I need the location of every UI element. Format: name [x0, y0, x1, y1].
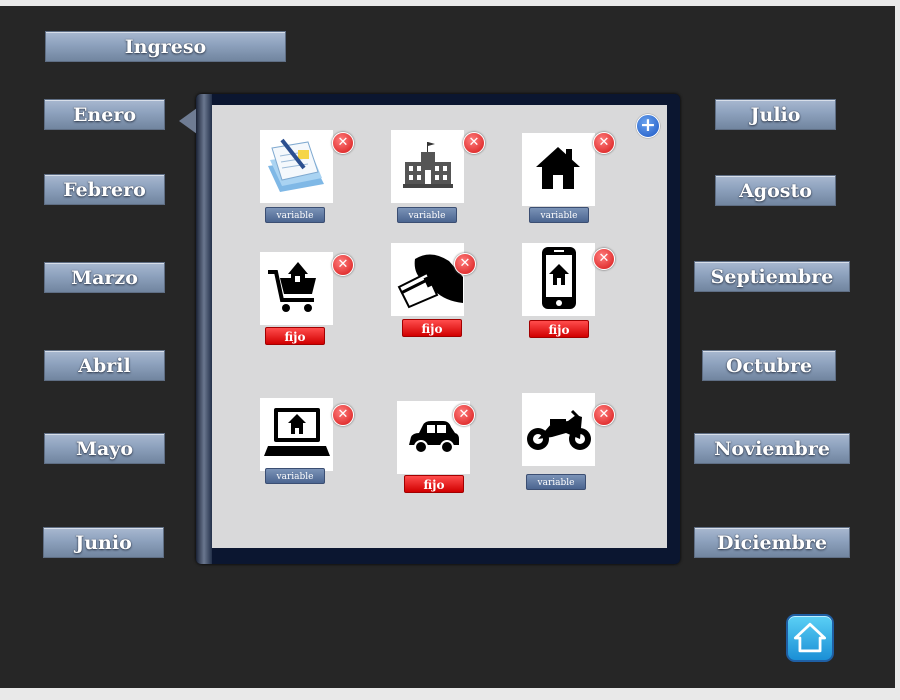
- expense-item: ✕ variable: [256, 130, 361, 240]
- close-icon: ✕: [458, 407, 470, 422]
- documents-icon: [268, 138, 324, 192]
- month-junio-button[interactable]: Junio: [43, 527, 164, 558]
- month-julio-button[interactable]: Julio: [715, 99, 836, 130]
- expense-thumbnail[interactable]: [391, 130, 464, 203]
- month-marzo-button[interactable]: Marzo: [44, 262, 165, 293]
- expense-item: ✕ variable: [256, 398, 361, 508]
- expense-item: ✕ variable: [518, 132, 623, 243]
- delete-expense-button[interactable]: ✕: [454, 253, 476, 275]
- delete-expense-button[interactable]: ✕: [593, 248, 615, 270]
- expense-type-tag[interactable]: variable: [526, 474, 586, 490]
- delete-expense-button[interactable]: ✕: [332, 404, 354, 426]
- month-abril-button[interactable]: Abril: [44, 350, 165, 381]
- expenses-grid: + ✕ variable ✕ variable ✕ variable ✕ fij…: [212, 105, 667, 548]
- phone-house-icon: [542, 247, 576, 309]
- expense-thumbnail[interactable]: [522, 133, 595, 206]
- delete-expense-button[interactable]: ✕: [453, 404, 475, 426]
- expense-thumbnail[interactable]: [260, 130, 333, 203]
- delete-expense-button[interactable]: ✕: [463, 132, 485, 154]
- month-diciembre-button[interactable]: Diciembre: [694, 527, 850, 558]
- expense-type-tag[interactable]: fijo: [265, 327, 325, 345]
- expense-type-tag[interactable]: variable: [529, 207, 589, 223]
- plus-circle-icon: +: [640, 114, 656, 136]
- income-button[interactable]: Ingreso: [45, 31, 286, 62]
- delete-expense-button[interactable]: ✕: [332, 132, 354, 154]
- month-mayo-button[interactable]: Mayo: [44, 433, 165, 464]
- expense-thumbnail[interactable]: [260, 252, 333, 325]
- expense-thumbnail[interactable]: [522, 243, 595, 316]
- month-agosto-button[interactable]: Agosto: [715, 175, 836, 206]
- close-icon: ✕: [459, 256, 471, 271]
- expense-item: ✕ fijo: [387, 243, 492, 353]
- popover-pointer: [179, 108, 197, 134]
- expense-type-tag[interactable]: fijo: [529, 320, 589, 338]
- close-icon: ✕: [337, 407, 349, 422]
- expense-thumbnail[interactable]: [260, 398, 333, 471]
- close-icon: ✕: [598, 251, 610, 266]
- expense-type-tag[interactable]: variable: [265, 207, 325, 223]
- close-icon: ✕: [598, 135, 610, 150]
- close-icon: ✕: [598, 407, 610, 422]
- add-expense-button[interactable]: +: [636, 114, 660, 138]
- app-window: Ingreso Enero Febrero Marzo Abril Mayo J…: [0, 6, 895, 688]
- expense-thumbnail[interactable]: [391, 243, 464, 316]
- month-octubre-button[interactable]: Octubre: [702, 350, 836, 381]
- expenses-popover: + ✕ variable ✕ variable ✕ variable ✕ fij…: [179, 94, 680, 564]
- expense-item: ✕ fijo: [256, 252, 361, 362]
- close-icon: ✕: [337, 135, 349, 150]
- expense-item: ✕ variable: [387, 130, 492, 240]
- close-icon: ✕: [337, 257, 349, 272]
- month-noviembre-button[interactable]: Noviembre: [694, 433, 850, 464]
- month-febrero-button[interactable]: Febrero: [44, 174, 165, 205]
- expense-type-tag[interactable]: fijo: [404, 475, 464, 493]
- delete-expense-button[interactable]: ✕: [332, 254, 354, 276]
- expense-item: ✕ variable: [518, 393, 623, 503]
- cart-house-icon: [268, 262, 316, 312]
- expense-type-tag[interactable]: fijo: [402, 319, 462, 337]
- expense-thumbnail[interactable]: [522, 393, 595, 466]
- house-icon: [536, 147, 580, 189]
- delete-expense-button[interactable]: ✕: [593, 132, 615, 154]
- month-septiembre-button[interactable]: Septiembre: [694, 261, 850, 292]
- building-icon: [403, 142, 453, 188]
- month-enero-button[interactable]: Enero: [44, 99, 165, 130]
- home-icon: [793, 622, 827, 653]
- delete-expense-button[interactable]: ✕: [593, 404, 615, 426]
- expense-item: ✕ fijo: [393, 401, 498, 511]
- expense-type-tag[interactable]: variable: [397, 207, 457, 223]
- expense-item: ✕ fijo: [518, 243, 623, 353]
- home-button[interactable]: [786, 614, 834, 662]
- laptop-house-icon: [264, 408, 330, 456]
- expense-type-tag[interactable]: variable: [265, 468, 325, 484]
- motorcycle-icon: [527, 409, 591, 450]
- close-icon: ✕: [468, 135, 480, 150]
- hand-card-icon: [397, 254, 463, 309]
- popover-edge: [196, 94, 212, 564]
